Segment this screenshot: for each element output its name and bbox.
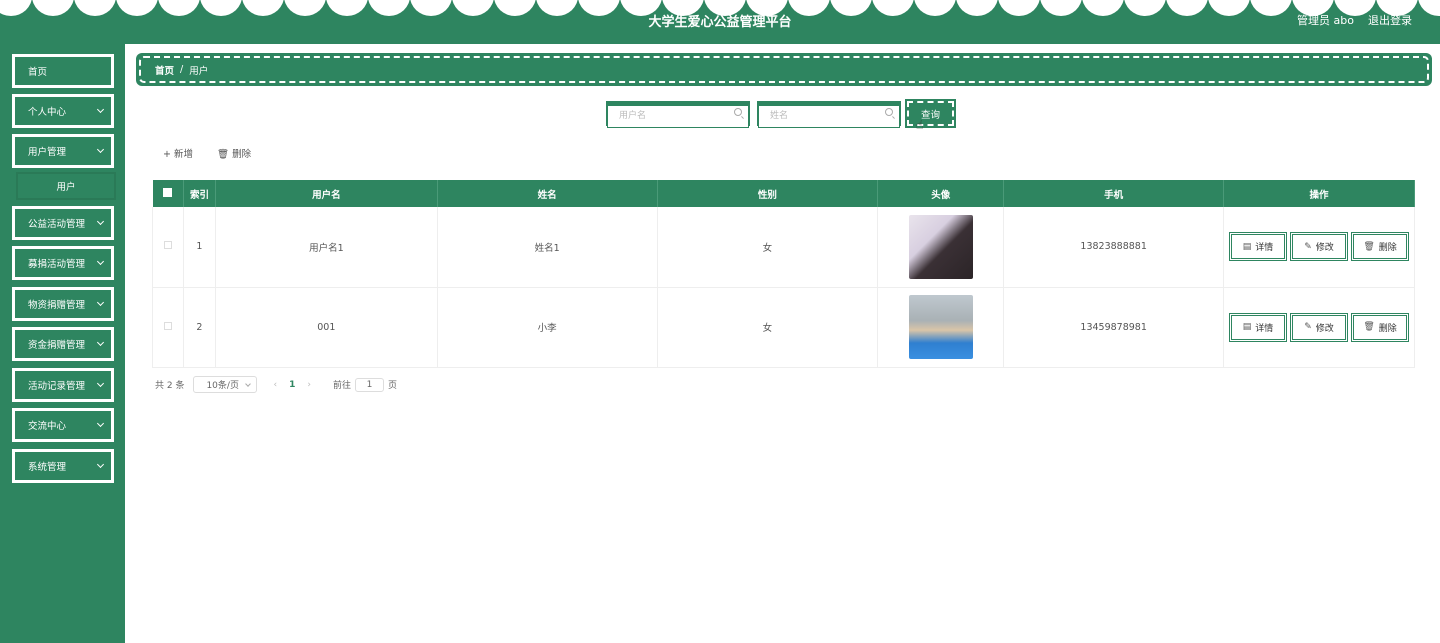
breadcrumb-current: 用户 bbox=[189, 65, 209, 77]
checkbox-icon bbox=[163, 187, 173, 197]
cell-name: 姓名1 bbox=[437, 207, 658, 288]
chevron-down-icon bbox=[96, 419, 105, 428]
col-avatar: 头像 bbox=[877, 180, 1005, 207]
chevron-down-icon bbox=[96, 298, 105, 307]
cell-username: 001 bbox=[215, 287, 438, 368]
prev-page-button[interactable]: ‹ bbox=[273, 380, 277, 390]
goto-page-input[interactable]: 1 bbox=[354, 377, 384, 392]
select-all-checkbox[interactable] bbox=[152, 180, 184, 207]
chevron-down-icon bbox=[96, 217, 105, 226]
user-table: 索引 用户名 姓名 性别 头像 手机 操作 1 用户名1 姓名1 女 13823… bbox=[152, 180, 1415, 368]
app-header: 大学生爱心公益管理平台 管理员 abo 退出登录 bbox=[0, 0, 1440, 44]
breadcrumb: 首页 / 用户 bbox=[136, 53, 1432, 86]
edit-icon: ✎ bbox=[1304, 322, 1312, 332]
checkbox-icon bbox=[163, 241, 172, 250]
avatar[interactable] bbox=[908, 295, 973, 359]
next-page-button[interactable]: › bbox=[307, 380, 311, 390]
table-header-row: 索引 用户名 姓名 性别 头像 手机 操作 bbox=[152, 180, 1415, 207]
sidebar-item-activity-records[interactable]: 活动记录管理 bbox=[12, 368, 114, 402]
checkbox-icon bbox=[163, 321, 172, 330]
cell-index: 1 bbox=[183, 207, 216, 288]
table-row: 1 用户名1 姓名1 女 13823888881 ▤ 详情 ✎ 修改 🗑 删除 bbox=[152, 207, 1415, 288]
cell-name: 小李 bbox=[437, 287, 658, 368]
chevron-down-icon bbox=[96, 257, 105, 266]
chevron-down-icon bbox=[96, 379, 105, 388]
name-search-input[interactable] bbox=[758, 104, 900, 128]
chevron-down-icon bbox=[96, 145, 105, 154]
pointer-cursor-icon: ☝ bbox=[916, 118, 924, 132]
sidebar-item-charity-activity[interactable]: 公益活动管理 bbox=[12, 206, 114, 240]
cell-phone: 13823888881 bbox=[1003, 207, 1225, 288]
edit-button[interactable]: ✎ 修改 bbox=[1291, 313, 1348, 341]
row-checkbox[interactable] bbox=[152, 207, 184, 288]
chevron-down-icon bbox=[96, 338, 105, 347]
cell-index: 2 bbox=[183, 287, 216, 368]
col-username: 用户名 bbox=[215, 180, 438, 207]
delete-button[interactable]: 🗑 删除 bbox=[1352, 233, 1409, 261]
username-search-box bbox=[606, 101, 750, 128]
chevron-down-icon bbox=[96, 460, 105, 469]
breadcrumb-home[interactable]: 首页 bbox=[155, 63, 174, 77]
logout-link[interactable]: 退出登录 bbox=[1368, 12, 1412, 28]
cell-operations: ▤ 详情 ✎ 修改 🗑 删除 bbox=[1223, 207, 1415, 288]
document-icon: ▤ bbox=[1242, 322, 1252, 332]
chevron-down-icon bbox=[245, 381, 252, 387]
search-icon bbox=[885, 108, 893, 116]
col-index: 索引 bbox=[183, 180, 216, 207]
row-checkbox[interactable] bbox=[152, 287, 184, 368]
edit-icon: ✎ bbox=[1304, 241, 1312, 252]
edit-button[interactable]: ✎ 修改 bbox=[1291, 233, 1348, 261]
cell-avatar bbox=[877, 207, 1005, 288]
sidebar-subitem-users[interactable]: 用户 bbox=[16, 172, 116, 200]
sidebar-item-fund-donation[interactable]: 资金捐赠管理 bbox=[12, 327, 114, 361]
add-button[interactable]: + 新增 bbox=[163, 146, 193, 160]
chevron-down-icon bbox=[96, 105, 105, 114]
sidebar-item-material-donation[interactable]: 物资捐赠管理 bbox=[12, 287, 114, 321]
avatar[interactable] bbox=[908, 214, 973, 279]
sidebar-item-fundraising[interactable]: 募捐活动管理 bbox=[12, 246, 114, 280]
pagination: 共 2 条 10条/页 ‹ 1 › 前往 1 页 bbox=[155, 376, 397, 393]
sidebar-item-user-management[interactable]: 用户管理 bbox=[12, 134, 114, 168]
batch-delete-button[interactable]: 🗑 删除 bbox=[217, 146, 251, 160]
cell-avatar bbox=[877, 287, 1005, 368]
current-user[interactable]: 管理员 abo bbox=[1297, 12, 1354, 28]
col-phone: 手机 bbox=[1003, 180, 1225, 207]
pagination-total: 共 2 条 bbox=[155, 381, 185, 391]
page-number-current[interactable]: 1 bbox=[289, 380, 295, 390]
detail-button[interactable]: ▤ 详情 bbox=[1230, 233, 1286, 261]
sidebar: 首页 个人中心 用户管理 用户 公益活动管理 募捐活动管理 物资捐赠管理 资金捐… bbox=[0, 44, 125, 643]
cell-operations: ▤ 详情 ✎ 修改 🗑 删除 bbox=[1223, 287, 1415, 368]
sidebar-item-personal-center[interactable]: 个人中心 bbox=[12, 94, 114, 128]
app-title: 大学生爱心公益管理平台 bbox=[648, 15, 792, 30]
document-icon: ▤ bbox=[1242, 241, 1252, 252]
trash-icon: 🗑 bbox=[1363, 322, 1375, 332]
page-size-select[interactable]: 10条/页 bbox=[193, 376, 258, 393]
cell-gender: 女 bbox=[657, 207, 879, 288]
table-row: 2 001 小李 女 13459878981 ▤ 详情 ✎ 修改 🗑 删除 bbox=[152, 287, 1415, 368]
sidebar-item-home[interactable]: 首页 bbox=[12, 54, 114, 88]
sidebar-item-system-management[interactable]: 系统管理 bbox=[12, 449, 114, 483]
breadcrumb-separator: / bbox=[180, 64, 184, 75]
delete-button[interactable]: 🗑 删除 bbox=[1352, 313, 1409, 341]
cell-gender: 女 bbox=[657, 287, 879, 368]
trash-icon: 🗑 bbox=[1363, 241, 1375, 252]
cell-phone: 13459878981 bbox=[1003, 287, 1225, 368]
query-button[interactable]: 查询 bbox=[905, 99, 956, 128]
col-gender: 性别 bbox=[657, 180, 879, 207]
detail-button[interactable]: ▤ 详情 bbox=[1230, 313, 1286, 341]
col-name: 姓名 bbox=[437, 180, 658, 207]
col-operations: 操作 bbox=[1223, 180, 1415, 207]
name-search-box bbox=[757, 101, 901, 128]
cell-username: 用户名1 bbox=[215, 207, 438, 288]
search-icon bbox=[734, 108, 742, 116]
page-unit-label: 页 bbox=[387, 381, 397, 391]
goto-label: 前往 bbox=[332, 381, 351, 391]
username-search-input[interactable] bbox=[607, 104, 749, 128]
sidebar-item-exchange-center[interactable]: 交流中心 bbox=[12, 408, 114, 442]
